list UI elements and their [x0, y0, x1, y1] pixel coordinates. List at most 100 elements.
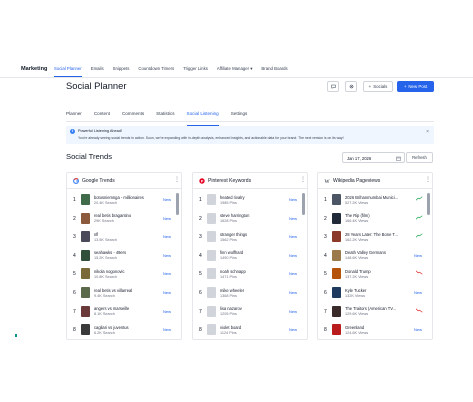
item-title: noah schnapp	[220, 268, 246, 274]
new-badge: New	[289, 327, 298, 333]
item-title: The Rip (film)	[345, 213, 370, 219]
item-rank: 6	[199, 290, 202, 296]
item-thumbnail	[332, 231, 341, 243]
list-item[interactable]: 8 cagliari vs juventus 6.2K Search New	[67, 321, 181, 339]
google-icon	[73, 178, 79, 184]
item-metric: 29K Search	[94, 219, 114, 224]
nav-link-countdown-timers[interactable]: Countdown Timers	[138, 66, 174, 77]
list-item[interactable]: 5 noah schnapp 1471 Pins New	[193, 265, 307, 283]
item-rank: 4	[324, 252, 327, 259]
list-item[interactable]: 4 seahawks - 49ers 15.2K Search New	[67, 247, 181, 265]
list-item[interactable]: 4 Death Valley Germans 148.6K Views New	[318, 247, 432, 265]
new-badge: New	[289, 197, 298, 202]
item-thumbnail	[81, 194, 90, 205]
more-menu-icon[interactable]: ⋮	[300, 176, 306, 183]
list-item[interactable]: 7 The Traitors (American TV... 129.6K View…	[318, 303, 432, 321]
list-item[interactable]: 2 real betis bragantino 29K Search New	[67, 210, 181, 228]
item-rank: 3	[73, 234, 76, 241]
tab-statistics[interactable]: Statistics	[156, 110, 174, 121]
list-item[interactable]: 2 The Rip (film) 166.4K Views	[318, 210, 432, 228]
new-badge: New	[163, 215, 172, 221]
list-item[interactable]: 6 real betis vs villarreal 9.4K Search New	[67, 284, 181, 302]
tab-social-listening[interactable]: Social Listening	[186, 110, 219, 126]
list-item[interactable]: 7 angers vs marseille 8.1K Search New	[67, 303, 181, 321]
item-title: angers vs marseille	[94, 306, 130, 312]
settings-button[interactable]	[345, 81, 357, 92]
nav-link-emails[interactable]: Emails	[91, 66, 104, 77]
scrollbar[interactable]	[427, 193, 430, 215]
item-thumbnail	[81, 287, 90, 298]
item-thumbnail	[332, 212, 341, 224]
list-item[interactable]: 3 nfl 13.5K Search New	[67, 228, 181, 246]
list-item[interactable]: 4 finn wolfhard 1490 Pins New	[193, 247, 307, 265]
item-thumbnail	[81, 324, 90, 336]
tab-comments[interactable]: Comments	[122, 110, 144, 121]
item-thumbnail	[332, 194, 341, 205]
scrollbar[interactable]	[176, 193, 179, 215]
list-item[interactable]: 7 lisa nazarov 1205 Pins New	[193, 303, 307, 321]
scrollbar[interactable]	[302, 193, 305, 215]
pinterest-icon: P	[199, 178, 205, 184]
list-item[interactable]: 8 violet board 1124 Pins New	[193, 321, 307, 339]
item-metric: 148.6K Views	[345, 256, 369, 261]
new-badge: New	[289, 234, 298, 240]
top-nav: Marketing Social Planner Emails Snippets…	[0, 60, 473, 78]
chat-button[interactable]	[327, 81, 339, 92]
list-item[interactable]: 1 heated rivalry 1985 Pins New	[193, 191, 307, 209]
list-item[interactable]: 6 Kyle Tucker 132K Views New	[318, 284, 432, 302]
new-badge: New	[163, 252, 172, 258]
list-item[interactable]: 3 stranger things 1562 Pins New	[193, 228, 307, 246]
list-item[interactable]: 3 28 Years Later: The Bone T... 162.2K Vie…	[318, 228, 432, 246]
item-thumbnail	[207, 324, 216, 336]
item-metric: 1368 Pins	[220, 293, 237, 298]
item-rank: 8	[73, 327, 76, 334]
item-rank: 6	[73, 290, 76, 296]
banner-text: You're already seeing social trends in a…	[78, 135, 344, 140]
nav-link-affiliate-manager[interactable]: Affiliate Manager ▾	[217, 66, 253, 77]
new-badge: New	[163, 327, 172, 333]
list-item[interactable]: 5 Donald Trump 137.2K Views	[318, 265, 432, 283]
tab-settings[interactable]: Settings	[231, 110, 248, 121]
item-thumbnail	[332, 249, 341, 261]
close-icon[interactable]: ×	[426, 129, 429, 135]
list-item[interactable]: 2 steve harrington 1628 Pins New	[193, 210, 307, 228]
list-item[interactable]: 8 Greenland 124.6K Views New	[318, 321, 432, 339]
more-menu-icon[interactable]: ⋮	[174, 176, 180, 183]
item-metric: 166.4K Views	[345, 219, 369, 224]
item-rank: 4	[73, 252, 76, 259]
nav-link-social-planner[interactable]: Social Planner	[54, 66, 82, 77]
item-thumbnail	[207, 249, 216, 261]
refresh-button[interactable]: Refresh	[406, 152, 433, 163]
item-thumbnail	[207, 287, 216, 298]
item-title: finn wolfhard	[220, 250, 244, 256]
item-thumbnail	[81, 212, 90, 224]
chat-icon	[330, 84, 336, 89]
list-item[interactable]: 1 botosniemnga - millionaires 20.4K Search…	[67, 191, 181, 209]
item-thumbnail	[81, 305, 90, 317]
list-item[interactable]: 1 2026 Brihanmumbai Munici... 527.2K Views	[318, 191, 432, 209]
item-title: 28 Years Later: The Bone T...	[345, 231, 398, 237]
new-badge: New	[163, 197, 172, 202]
more-menu-icon[interactable]: ⋮	[425, 176, 431, 183]
date-picker[interactable]: Jan 17, 2026	[342, 152, 405, 163]
list-item[interactable]: 5 nikola nogonovic 10.8K Search New	[67, 265, 181, 283]
item-metric: 132K Views	[345, 293, 365, 298]
card-header: Google Trends ⋮	[67, 173, 181, 189]
item-title: lisa nazarov	[220, 306, 242, 312]
tab-content[interactable]: Content	[94, 110, 110, 121]
item-rank: 1	[73, 197, 76, 203]
nav-link-snippets[interactable]: Snippets	[113, 66, 130, 77]
tab-planner[interactable]: Planner	[66, 110, 82, 121]
plus-icon: +	[368, 84, 372, 89]
new-post-button[interactable]: + New Post	[397, 81, 434, 92]
info-banner: i Powerful Listening Ahead! You're alrea…	[66, 126, 434, 144]
list-item[interactable]: 6 mike wheeler 1368 Pins New	[193, 284, 307, 302]
item-title: The Traitors (American TV...	[345, 306, 396, 312]
item-metric: 9.4K Search	[94, 293, 115, 298]
item-metric: 1490 Pins	[220, 256, 237, 261]
socials-button[interactable]: + Socials	[363, 81, 393, 92]
nav-link-brand-boards[interactable]: Brand Boards	[261, 66, 287, 77]
nav-link-trigger-links[interactable]: Trigger Links	[183, 66, 208, 77]
item-thumbnail	[81, 249, 90, 261]
item-metric: 20.4K Search	[94, 200, 118, 205]
